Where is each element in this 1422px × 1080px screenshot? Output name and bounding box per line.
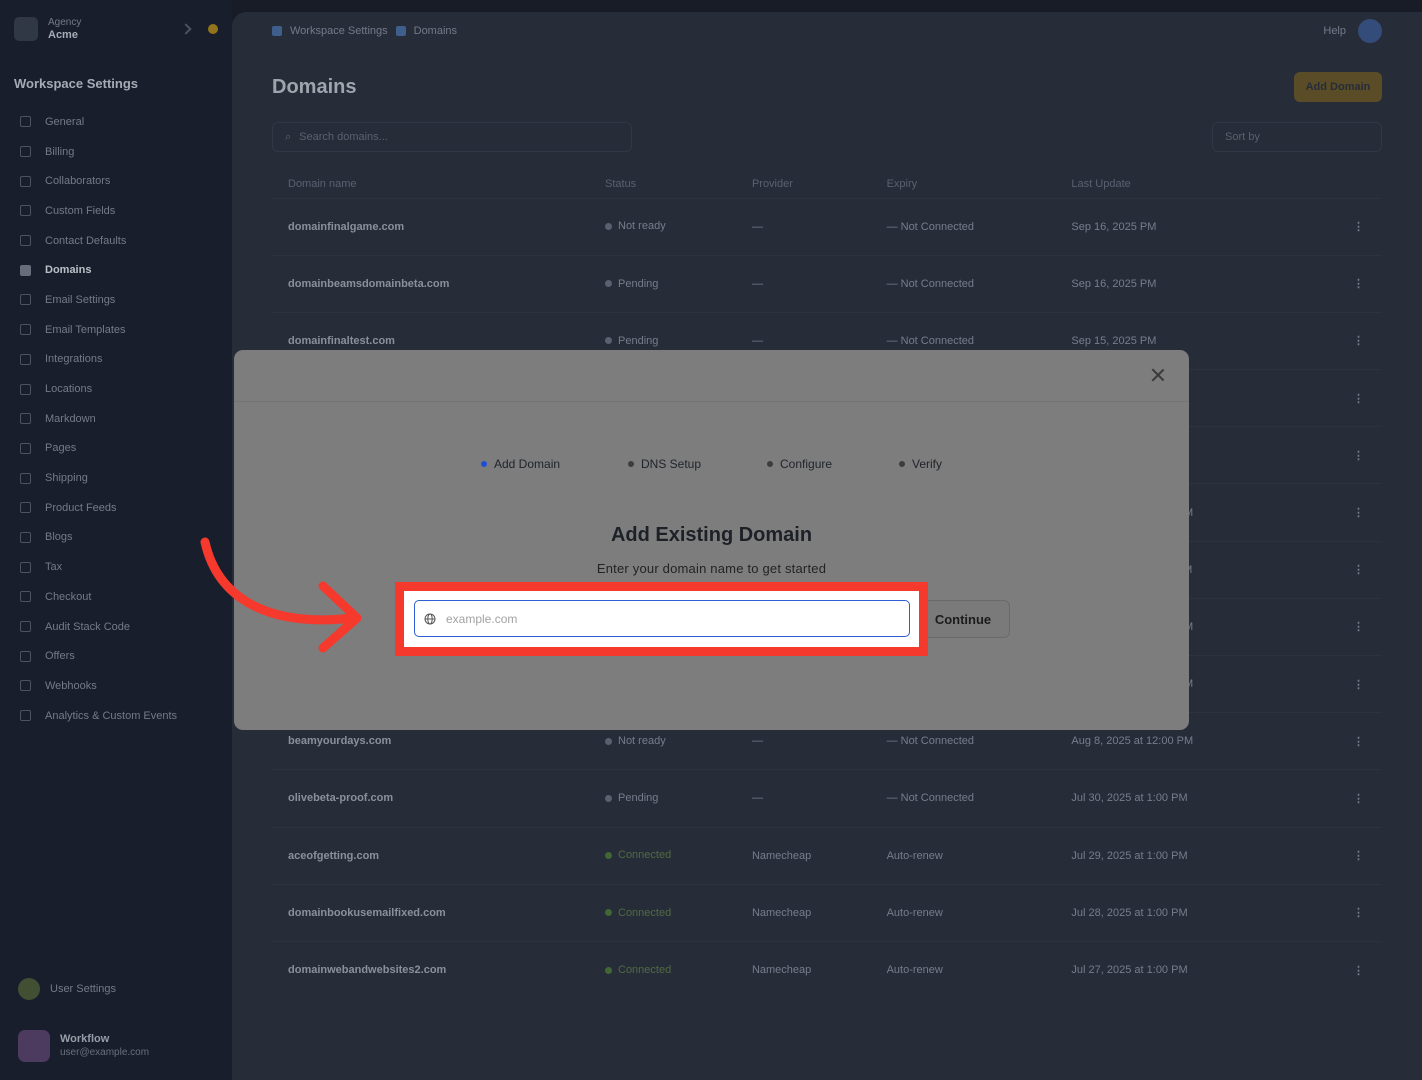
- step-dot-icon: [628, 461, 634, 467]
- step-dns-setup: DNS Setup: [628, 457, 701, 471]
- step-dot-icon: [767, 461, 773, 467]
- add-domain-modal: Add Domain DNS Setup Configure Verify Ad…: [234, 350, 1189, 730]
- step-add-domain: Add Domain: [481, 457, 560, 471]
- step-label: Configure: [780, 457, 833, 471]
- globe-icon: [424, 613, 436, 624]
- step-configure: Configure: [767, 457, 832, 471]
- continue-button[interactable]: Continue: [916, 600, 1010, 638]
- modal-subtitle: Enter your domain name to get started: [596, 561, 827, 576]
- domain-input[interactable]: [446, 601, 909, 636]
- step-active-dot-icon: [481, 461, 487, 467]
- step-label: DNS Setup: [641, 457, 702, 471]
- step-label: Verify: [912, 457, 943, 471]
- close-icon[interactable]: [1151, 368, 1165, 382]
- stepper: Add Domain DNS Setup Configure Verify: [234, 457, 1189, 471]
- modal-header: [234, 350, 1189, 402]
- pointer-arrow-icon: [200, 537, 362, 653]
- step-verify: Verify: [899, 457, 942, 471]
- domain-input-field[interactable]: [414, 600, 910, 637]
- step-dot-icon: [899, 461, 905, 467]
- step-label: Add Domain: [494, 457, 561, 471]
- modal-title: Add Existing Domain: [610, 524, 813, 546]
